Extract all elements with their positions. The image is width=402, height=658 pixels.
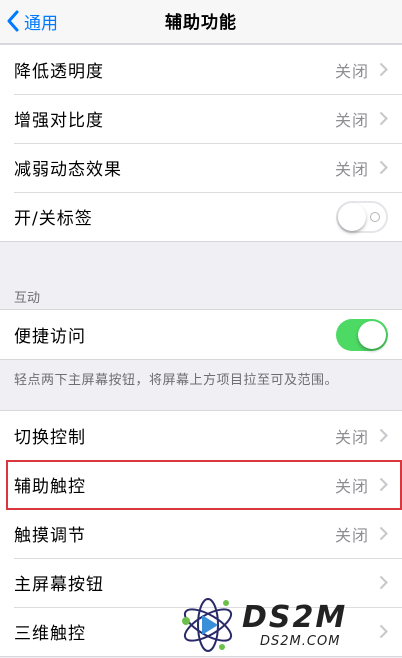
on-off-labels-toggle[interactable] <box>336 200 388 233</box>
reachability-toggle[interactable] <box>336 318 388 351</box>
chevron-right-icon <box>379 160 388 175</box>
row-label: 减弱动态效果 <box>14 160 122 180</box>
row-label: 开/关标签 <box>14 209 93 229</box>
row-value: 关闭 <box>334 159 369 179</box>
row-reduce-motion[interactable]: 减弱动态效果 关闭 <box>0 143 402 192</box>
row-switch-control[interactable]: 切换控制 关闭 <box>0 411 402 460</box>
toggle-knob <box>358 320 386 349</box>
row-label: 触摸调节 <box>14 526 86 546</box>
row-on-off-labels: 开/关标签 <box>0 192 402 241</box>
row-label: 辅助触控 <box>14 477 86 497</box>
chevron-right-icon <box>379 575 388 590</box>
row-value: 关闭 <box>334 427 369 447</box>
row-increase-contrast[interactable]: 增强对比度 关闭 <box>0 94 402 143</box>
watermark: DS2M DS2M.COM <box>178 592 402 658</box>
navigation-bar: 通用 辅助功能 <box>0 0 402 44</box>
page-title: 辅助功能 <box>165 13 237 33</box>
row-reduce-transparency[interactable]: 降低透明度 关闭 <box>0 45 402 94</box>
chevron-right-icon <box>379 477 388 492</box>
row-label: 切换控制 <box>14 428 86 448</box>
row-value: 关闭 <box>334 110 369 130</box>
row-assistive-touch[interactable]: 辅助触控 关闭 <box>0 460 402 509</box>
chevron-right-icon <box>379 111 388 126</box>
row-value: 关闭 <box>334 61 369 81</box>
watermark-domain: DS2M.COM <box>260 633 341 649</box>
row-label: 便捷访问 <box>14 327 86 347</box>
toggle-knob <box>338 202 366 231</box>
row-value: 关闭 <box>334 476 369 496</box>
chevron-right-icon <box>379 526 388 541</box>
watermark-brand: DS2M <box>242 599 348 635</box>
interaction-group: 便捷访问 <box>0 309 402 360</box>
row-label: 降低透明度 <box>14 62 104 82</box>
row-reachability: 便捷访问 <box>0 310 402 359</box>
section-footer-reachability: 轻点两下主屏幕按钮，将屏幕上方项目拉至可及范围。 <box>14 373 339 388</box>
section-header-interaction: 互动 <box>14 291 41 306</box>
chevron-right-icon <box>379 62 388 77</box>
chevron-right-icon <box>379 428 388 443</box>
row-touch-accommodations[interactable]: 触摸调节 关闭 <box>0 509 402 558</box>
atom-logo-icon <box>182 598 233 652</box>
row-value: 关闭 <box>334 525 369 545</box>
off-label-icon <box>370 211 380 222</box>
display-settings-group: 降低透明度 关闭 增强对比度 关闭 减弱动态效果 关闭 开/关标签 <box>0 44 402 242</box>
row-label: 增强对比度 <box>14 111 104 131</box>
